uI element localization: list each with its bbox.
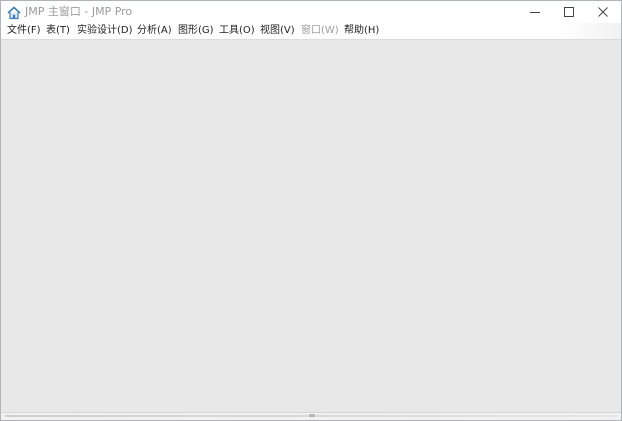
menu-help[interactable]: 帮助(H) [344, 24, 379, 38]
maximize-icon [564, 7, 574, 17]
menu-doe[interactable]: 实验设计(D) [77, 24, 133, 38]
menu-window: 窗口(W) [301, 25, 339, 36]
menu-tools[interactable]: 工具(O) [219, 24, 255, 38]
maximize-button[interactable] [552, 1, 586, 23]
menu-view[interactable]: 视图(V) [260, 24, 295, 38]
menu-graph[interactable]: 图形(G) [178, 24, 214, 38]
menu-table[interactable]: 表(T) [46, 24, 70, 38]
status-bar [1, 412, 621, 420]
minimize-button[interactable] [518, 1, 552, 23]
close-icon [598, 7, 608, 17]
close-button[interactable] [586, 1, 620, 23]
menu-bar: 文件(F) 表(T) 实验设计(D) 分析(A) 图形(G) 工具(O) 视图(… [1, 23, 621, 40]
minimize-icon [530, 12, 540, 13]
window-title: JMP 主窗口 - JMP Pro [25, 5, 133, 18]
resize-grip[interactable] [309, 414, 315, 417]
menu-file[interactable]: 文件(F) [7, 24, 41, 38]
title-bar[interactable]: JMP 主窗口 - JMP Pro [1, 1, 621, 23]
home-icon[interactable] [7, 5, 21, 20]
jmp-main-window: JMP 主窗口 - JMP Pro 文件(F) 表(T) 实验设计(D) 分析(… [0, 0, 622, 421]
menu-analyze[interactable]: 分析(A) [137, 24, 172, 38]
workspace-area [1, 40, 621, 412]
